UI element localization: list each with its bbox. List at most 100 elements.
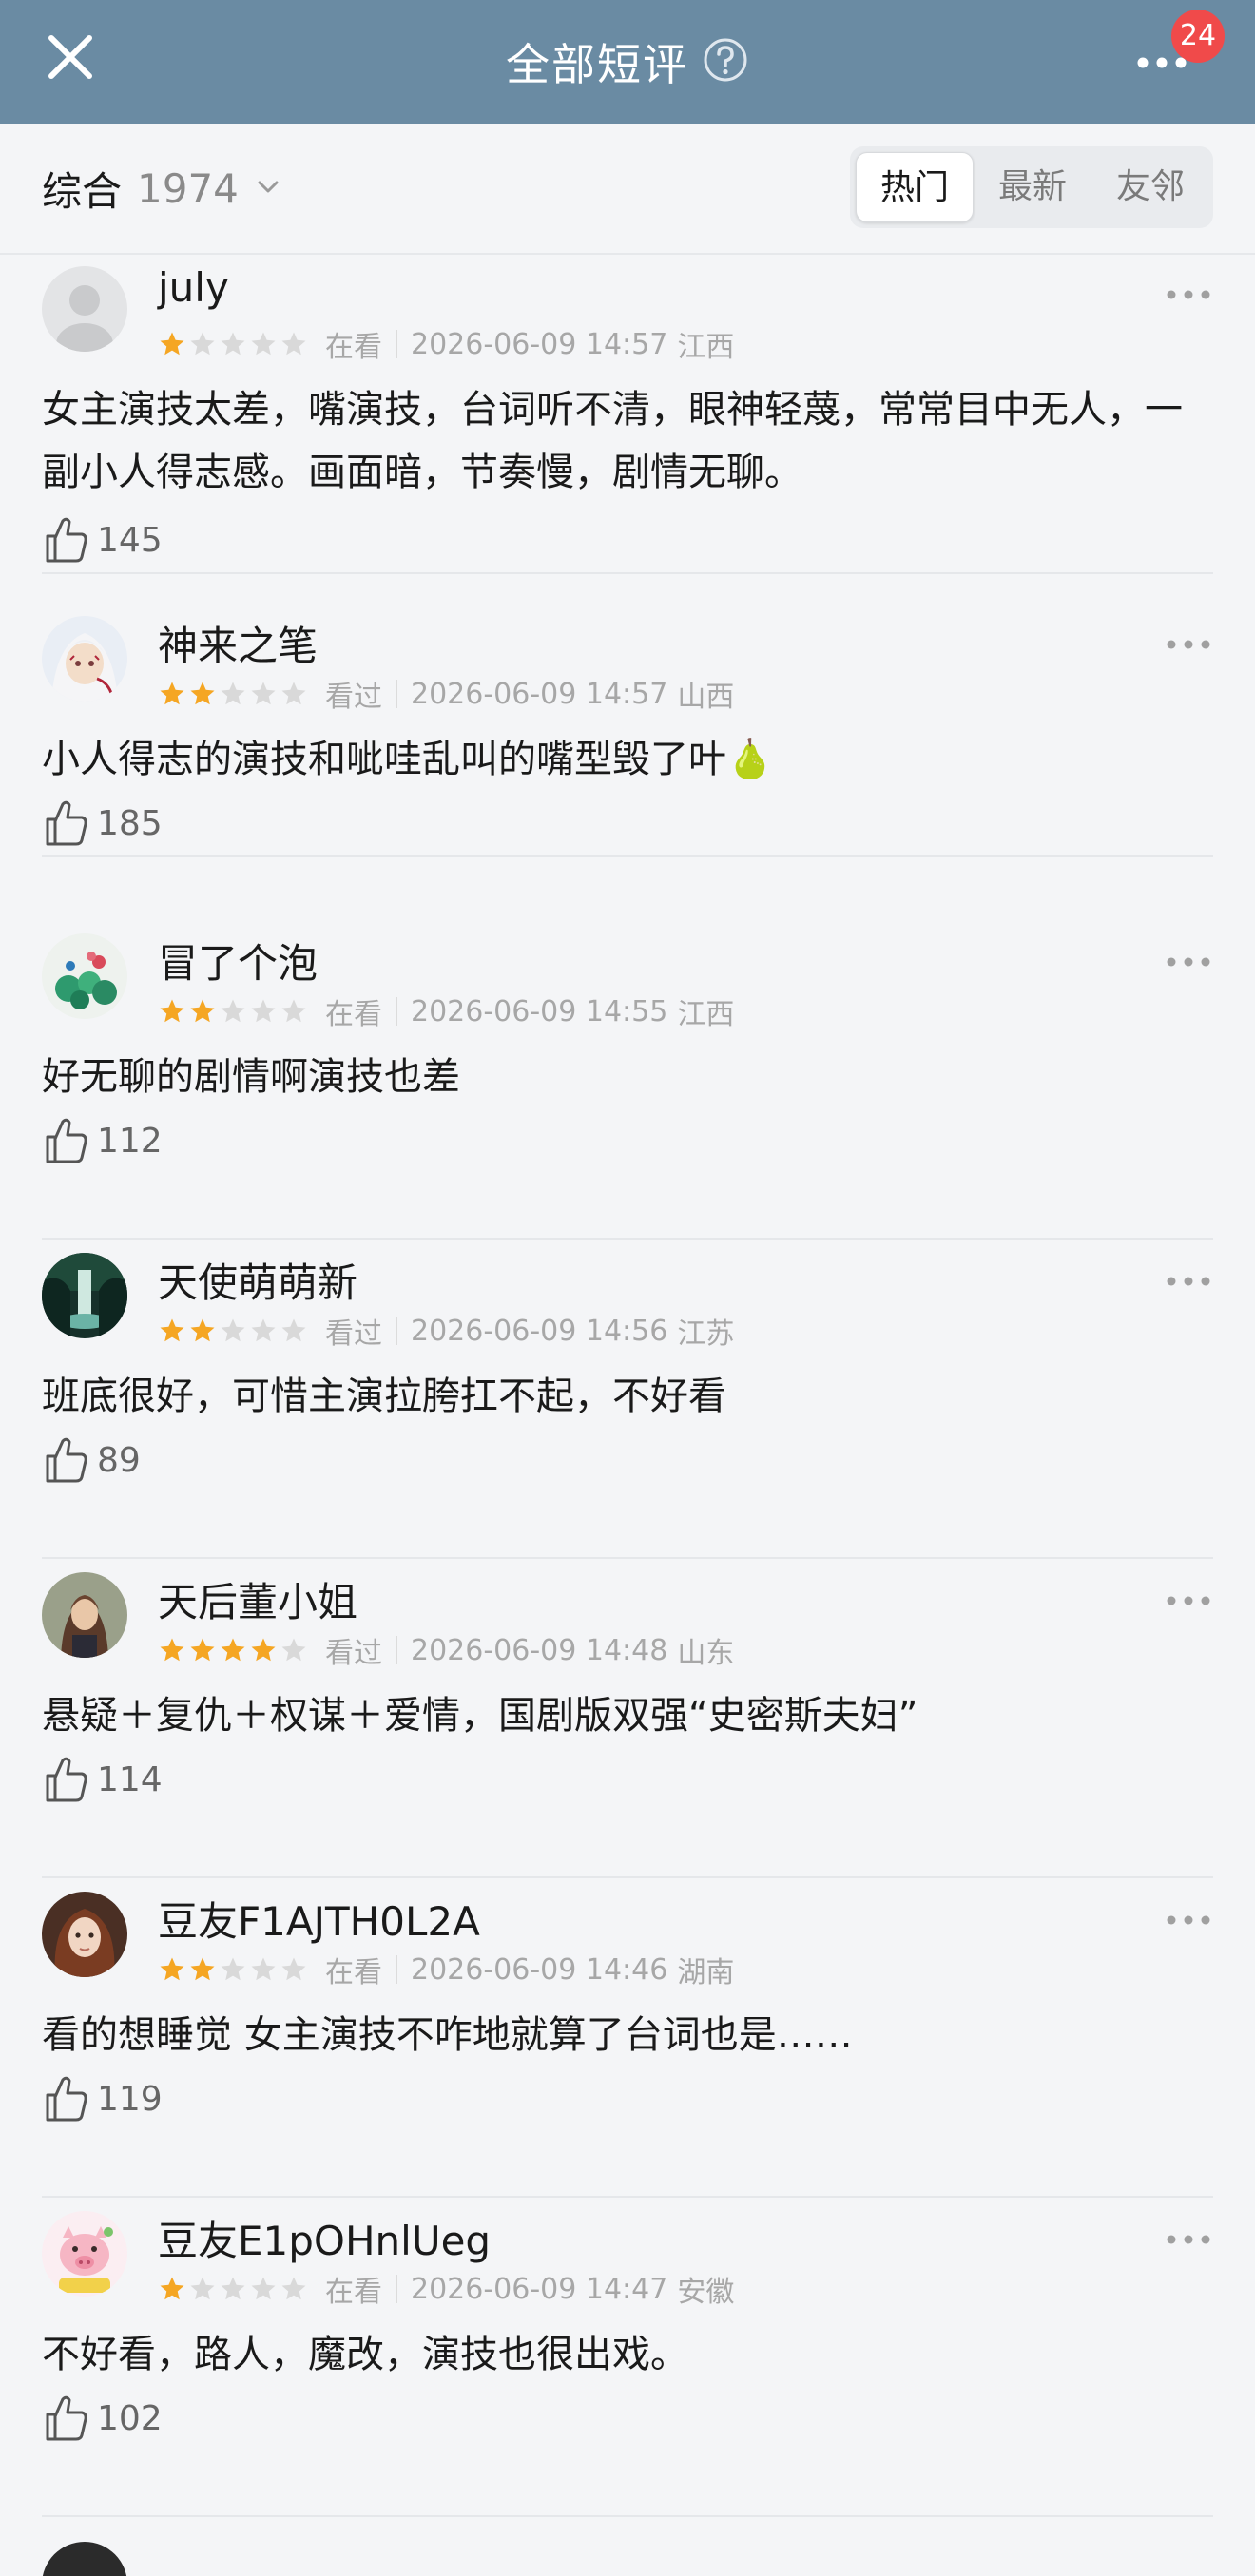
review-meta: 看过 2026-06-09 14:56 江苏 [158,1312,735,1351]
username[interactable]: 天使萌萌新 [158,1251,357,1309]
star-empty-icon [221,1957,245,1981]
star-filled-icon [160,332,184,356]
location: 江苏 [677,1317,735,1351]
avatar[interactable] [42,933,127,1019]
like-button[interactable]: 145 [42,513,163,567]
star-empty-icon [281,999,306,1023]
review-count: 1974 [137,164,239,212]
star-empty-icon [281,1318,306,1342]
star-rating [158,1955,310,1984]
review-text: 小人得志的演技和呲哇乱叫的嘴型毁了叶🍐 [42,738,774,781]
review-more-button[interactable] [1164,1909,1213,1932]
avatar[interactable] [42,266,127,352]
separator [396,680,397,708]
location: 江西 [677,331,735,364]
review-item: 冒了个泡 在看 2026-06-09 14:55 江西 好无聊的剧情啊演技也差 … [0,922,1255,1241]
review-item: 豆友E1pOHnlUeg 在看 2026-06-09 14:47 安徽 不好看，… [0,2200,1255,2519]
like-button[interactable]: 114 [42,1753,163,1806]
tab-latest[interactable]: 最新 [974,152,1091,222]
review-more-button[interactable] [1164,1270,1213,1293]
review-item: 天后董小姐 看过 2026-06-09 14:48 山东 悬疑＋复仇＋权谋＋爱情… [0,1561,1255,1880]
avatar[interactable] [42,616,127,702]
thumbs-up-icon [42,1116,89,1165]
review-text: 班底很好，可惜主演拉胯扛不起，不好看 [42,1375,726,1418]
timestamp: 2026-06-09 14:55 [411,994,668,1028]
review-meta: 看过 2026-06-09 14:48 山东 [158,1631,734,1670]
star-empty-icon [190,2277,215,2300]
star-filled-icon [221,1638,245,1662]
like-button[interactable]: 89 [42,1433,141,1487]
question-circle-icon[interactable] [702,36,749,87]
username[interactable]: 豆友F1AJTH0L2A [158,1890,480,1948]
watch-status: 在看 [325,331,382,364]
star-empty-icon [251,1957,276,1981]
star-filled-icon [160,1638,184,1662]
star-empty-icon [251,1318,276,1342]
star-filled-icon [190,999,215,1023]
avatar[interactable] [42,1253,127,1338]
review-item: 豆友F1AJTH0L2A 在看 2026-06-09 14:46 湖南 看的想睡… [0,1880,1255,2200]
like-button[interactable]: 119 [42,2072,163,2125]
review-meta: 在看 2026-06-09 14:57 江西 [158,325,735,364]
username[interactable]: 豆友E1pOHnlUeg [158,2209,491,2267]
review-more-button[interactable] [1164,1589,1213,1612]
page-title: 全部短评 [506,39,688,90]
tab-friends[interactable]: 友邻 [1091,152,1209,222]
like-button[interactable]: 112 [42,1114,163,1167]
star-empty-icon [281,682,306,705]
top-bar: 全部短评 24 [0,0,1255,124]
avatar[interactable] [42,2211,127,2297]
star-empty-icon [221,2277,245,2300]
avatar[interactable] [42,1572,127,1658]
star-empty-icon [281,1957,306,1981]
star-empty-icon [251,999,276,1023]
avatar[interactable] [42,2542,127,2576]
title-wrap: 全部短评 [0,0,1255,124]
username[interactable]: july [158,264,229,311]
review-more-button[interactable] [1164,951,1213,973]
username[interactable]: 天后董小姐 [158,1570,357,1628]
thumbs-up-icon [42,798,89,848]
star-rating [158,330,310,358]
divider [42,1238,1213,1240]
star-empty-icon [221,682,245,705]
review-item: july 在看 2026-06-09 14:57 江西 女主演技太差，嘴演技，台… [0,255,1255,574]
star-rating [158,1636,310,1664]
divider [42,2515,1213,2517]
chevron-down-icon [254,172,282,204]
location: 山西 [677,681,735,714]
star-rating [158,997,310,1026]
review-item: 神来之笔 看过 2026-06-09 14:57 山西 小人得志的演技和呲哇乱叫… [0,605,1255,924]
separator [396,1636,397,1664]
review-item-partial [0,2519,1255,2576]
location: 安徽 [677,2276,735,2309]
username[interactable]: 冒了个泡 [158,932,318,990]
review-more-button[interactable] [1164,633,1213,656]
avatar[interactable] [42,1892,127,1977]
review-more-button[interactable] [1164,283,1213,306]
like-button[interactable]: 102 [42,2392,163,2445]
thumbs-up-icon [42,2074,89,2124]
review-text: 女主演技太差，嘴演技，台词听不清，眼神轻蔑，常常目中无人，一副小人得志感。画面暗… [42,388,1183,494]
review-item: 天使萌萌新 看过 2026-06-09 14:56 江苏 班底很好，可惜主演拉胯… [0,1241,1255,1561]
thumbs-up-icon [42,1755,89,1804]
star-empty-icon [221,999,245,1023]
sort-dropdown[interactable]: 综合 1974 [42,160,282,217]
like-count: 119 [97,2079,163,2119]
filter-bar: 综合 1974 热门 最新 友邻 [0,124,1255,255]
watch-status: 看过 [325,681,382,714]
like-button[interactable]: 185 [42,797,163,850]
like-count: 112 [97,1121,163,1161]
star-empty-icon [221,1318,245,1342]
watch-status: 在看 [325,1956,382,1990]
star-empty-icon [281,2277,306,2300]
review-more-button[interactable] [1164,2228,1213,2251]
tab-hot[interactable]: 热门 [856,152,974,222]
like-count: 185 [97,803,163,843]
star-filled-icon [160,1957,184,1981]
username[interactable]: 神来之笔 [158,614,318,672]
star-rating [158,2275,310,2303]
review-meta: 在看 2026-06-09 14:46 湖南 [158,1951,734,1990]
review-meta: 看过 2026-06-09 14:57 山西 [158,675,735,714]
timestamp: 2026-06-09 14:48 [411,1633,668,1667]
